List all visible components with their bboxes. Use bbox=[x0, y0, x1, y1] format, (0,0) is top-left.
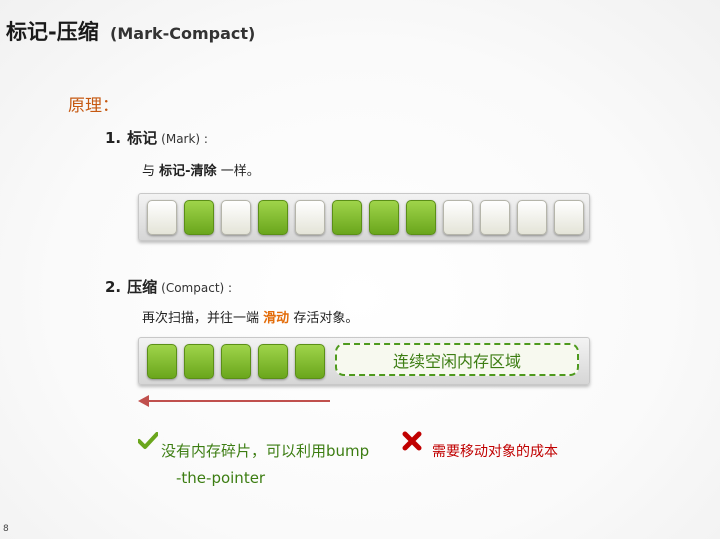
slide-direction-arrow-icon bbox=[138, 395, 330, 407]
title-sub: (Mark-Compact) bbox=[110, 24, 256, 43]
mark-cell-free-slot bbox=[480, 200, 510, 235]
mark-cell-live-object bbox=[332, 200, 362, 235]
mark-cell-live-object bbox=[369, 200, 399, 235]
step1-heading: 1. 标记 (Mark) : bbox=[105, 127, 208, 148]
free-region-label: 连续空闲内存区域 bbox=[392, 351, 521, 371]
section-heading: 原理： bbox=[68, 96, 119, 116]
step1-desc-suffix: 一样。 bbox=[220, 164, 260, 179]
step2-number: 2. bbox=[105, 278, 122, 296]
step1-desc-strong: 标记-清除 bbox=[159, 164, 217, 179]
step2-desc-prefix: 再次扫描，并往一端 bbox=[142, 311, 260, 326]
step1-description: 与 标记-清除 一样。 bbox=[142, 160, 260, 179]
step2-desc-suffix: 存活对象。 bbox=[293, 311, 359, 326]
compact-cell-live-object bbox=[184, 344, 214, 379]
pro-line-2: -the-pointer bbox=[176, 469, 266, 487]
mark-cell-live-object bbox=[184, 200, 214, 235]
step2-en: (Compact) : bbox=[161, 281, 233, 295]
mark-cell-free-slot bbox=[295, 200, 325, 235]
step1-number: 1. bbox=[105, 129, 122, 147]
slide-title: 标记-压缩 (Mark-Compact) bbox=[6, 16, 255, 46]
mark-cell-free-slot bbox=[554, 200, 584, 235]
cross-icon bbox=[402, 431, 422, 451]
heap-after-compact: 连续空闲内存区域 bbox=[138, 337, 590, 385]
step2-desc-highlight: 滑动 bbox=[263, 311, 290, 326]
mark-cell-live-object bbox=[406, 200, 436, 235]
step2-heading: 2. 压缩 (Compact) : bbox=[105, 276, 232, 297]
mark-cell-free-slot bbox=[443, 200, 473, 235]
compact-cell-live-object bbox=[221, 344, 251, 379]
mark-cell-live-object bbox=[258, 200, 288, 235]
compact-cell-live-object bbox=[258, 344, 288, 379]
mark-cell-free-slot bbox=[221, 200, 251, 235]
pro-line-1: 没有内存碎片，可以利用bump bbox=[161, 442, 370, 460]
title-main: 标记-压缩 bbox=[6, 20, 99, 44]
check-icon bbox=[138, 432, 158, 449]
con-note: 需要移动对象的成本 bbox=[432, 444, 558, 460]
compact-cell-live-object bbox=[295, 344, 325, 379]
step1-label: 标记 bbox=[127, 129, 158, 147]
step2-label: 压缩 bbox=[127, 278, 158, 296]
step1-en: (Mark) : bbox=[161, 132, 208, 146]
heap-before-compact bbox=[138, 193, 590, 241]
step2-description: 再次扫描，并往一端 滑动 存活对象。 bbox=[142, 307, 358, 326]
compact-cell-live-object bbox=[147, 344, 177, 379]
page-number: 8 bbox=[3, 524, 9, 534]
step1-desc-prefix: 与 bbox=[142, 164, 156, 179]
mark-cell-free-slot bbox=[147, 200, 177, 235]
free-region-box: 连续空闲内存区域 bbox=[335, 343, 579, 376]
mark-cell-free-slot bbox=[517, 200, 547, 235]
